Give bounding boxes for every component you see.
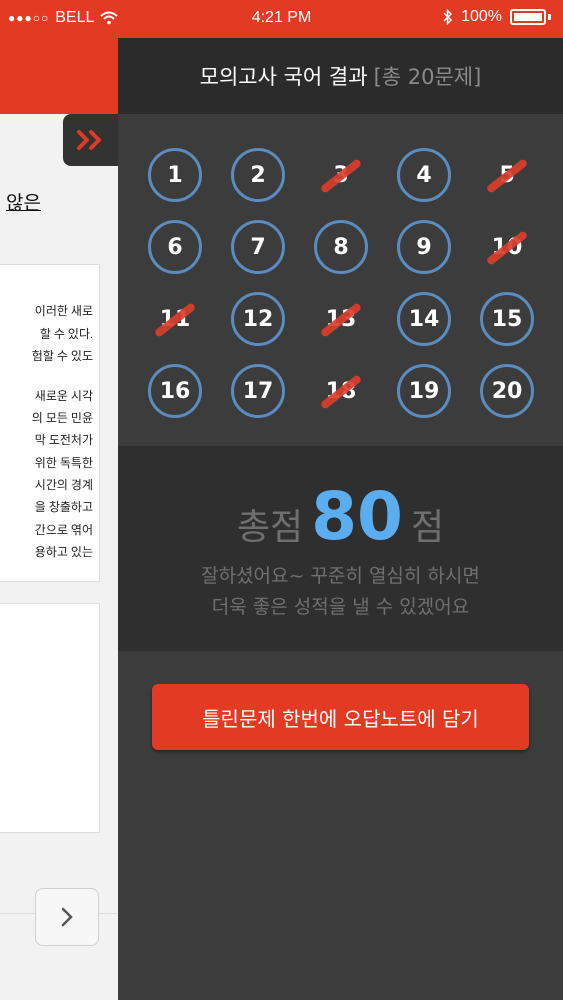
question-button-wrong[interactable]: 18 (314, 364, 368, 418)
add-to-wrong-notes-button[interactable]: 틀린문제 한번에 오답노트에 담기 (152, 684, 529, 750)
left-page: 않은 이러한 새로 할 수 있다. 험할 수 있도 새로운 시각 의 모든 민윤… (0, 38, 118, 1000)
question-number: 8 (314, 220, 368, 274)
question-count: [총 20문제] (373, 65, 482, 89)
answer-card (0, 603, 100, 833)
battery-cap (548, 14, 551, 20)
question-number: 15 (480, 292, 534, 346)
question-number: 17 (231, 364, 285, 418)
question-button-correct[interactable]: 4 (397, 148, 451, 202)
left-header-bar (0, 38, 118, 114)
question-button-correct[interactable]: 15 (480, 292, 534, 346)
question-button-correct[interactable]: 17 (231, 364, 285, 418)
question-button-wrong[interactable]: 13 (314, 292, 368, 346)
question-button-wrong[interactable]: 3 (314, 148, 368, 202)
score-line: 총점 80 점 (118, 478, 563, 555)
passage-line: 새로운 시각 (34, 389, 93, 403)
score-box: 총점 80 점 잘하셨어요~ 꾸준히 열심히 하시면 더욱 좋은 성적을 낼 수… (118, 446, 563, 651)
score-message-line1: 잘하셨어요~ 꾸준히 열심히 하시면 (201, 565, 480, 587)
score-prefix: 총점 (236, 507, 304, 548)
panel-title-bar: 모의고사 국어 결과 [총 20문제] (118, 38, 563, 114)
passage-line: 험할 수 있도 (31, 349, 93, 363)
passage-card: 이러한 새로 할 수 있다. 험할 수 있도 새로운 시각 의 모든 민윤 막 … (0, 264, 100, 582)
question-number: 2 (231, 148, 285, 202)
passage-line: 간으로 엮어 (34, 523, 93, 537)
question-button-wrong[interactable]: 10 (480, 220, 534, 274)
question-number: 14 (397, 292, 451, 346)
question-button-correct[interactable]: 7 (231, 220, 285, 274)
question-button-correct[interactable]: 14 (397, 292, 451, 346)
question-button-correct[interactable]: 6 (148, 220, 202, 274)
passage-line: 막 도전처가 (34, 433, 93, 447)
passage-line: 할 수 있다. (39, 327, 93, 341)
score-message-line2: 더욱 좋은 성적을 낼 수 있겠어요 (211, 596, 470, 618)
question-button-wrong[interactable]: 5 (480, 148, 534, 202)
question-button-correct[interactable]: 20 (480, 364, 534, 418)
question-button-correct[interactable]: 1 (148, 148, 202, 202)
passage-line: 위한 독특한 (34, 456, 93, 470)
panel-toggle-button[interactable] (63, 114, 118, 166)
question-button-correct[interactable]: 12 (231, 292, 285, 346)
question-button-correct[interactable]: 19 (397, 364, 451, 418)
question-number: 1 (148, 148, 202, 202)
double-chevron-right-icon (76, 130, 101, 150)
question-number: 16 (148, 364, 202, 418)
question-heading: 않은 (6, 193, 41, 214)
question-number: 6 (148, 220, 202, 274)
result-panel: 모의고사 국어 결과 [총 20문제] 12345678910111213141… (63, 38, 563, 1000)
score-value: 80 (311, 478, 403, 555)
question-number: 9 (397, 220, 451, 274)
passage-line: 용하고 있는 (34, 545, 93, 559)
passage-line: 시간의 경계 (34, 478, 93, 492)
question-button-correct[interactable]: 9 (397, 220, 451, 274)
status-bar: ●●●○○ BELL 4:21 PM 100% (0, 0, 563, 38)
passage-line: 의 모든 민윤 (31, 411, 93, 425)
question-number: 19 (397, 364, 451, 418)
question-button-correct[interactable]: 8 (314, 220, 368, 274)
question-button-wrong[interactable]: 11 (148, 292, 202, 346)
passage-line: 을 창출하고 (34, 500, 93, 514)
question-button-correct[interactable]: 2 (231, 148, 285, 202)
status-right: 100% (443, 8, 551, 26)
question-button-correct[interactable]: 16 (148, 364, 202, 418)
question-grid: 1234567891011121314151617181920 (118, 126, 563, 446)
question-number: 12 (231, 292, 285, 346)
battery-percent: 100% (461, 8, 502, 25)
question-number: 4 (397, 148, 451, 202)
chevron-right-icon (61, 907, 73, 927)
panel-title: 모의고사 국어 결과 (199, 65, 368, 89)
question-number: 20 (480, 364, 534, 418)
bluetooth-icon (443, 9, 453, 25)
next-page-button[interactable] (35, 888, 99, 946)
battery-icon (510, 9, 546, 25)
question-number: 7 (231, 220, 285, 274)
score-suffix: 점 (410, 507, 445, 548)
passage-line: 이러한 새로 (34, 304, 93, 318)
